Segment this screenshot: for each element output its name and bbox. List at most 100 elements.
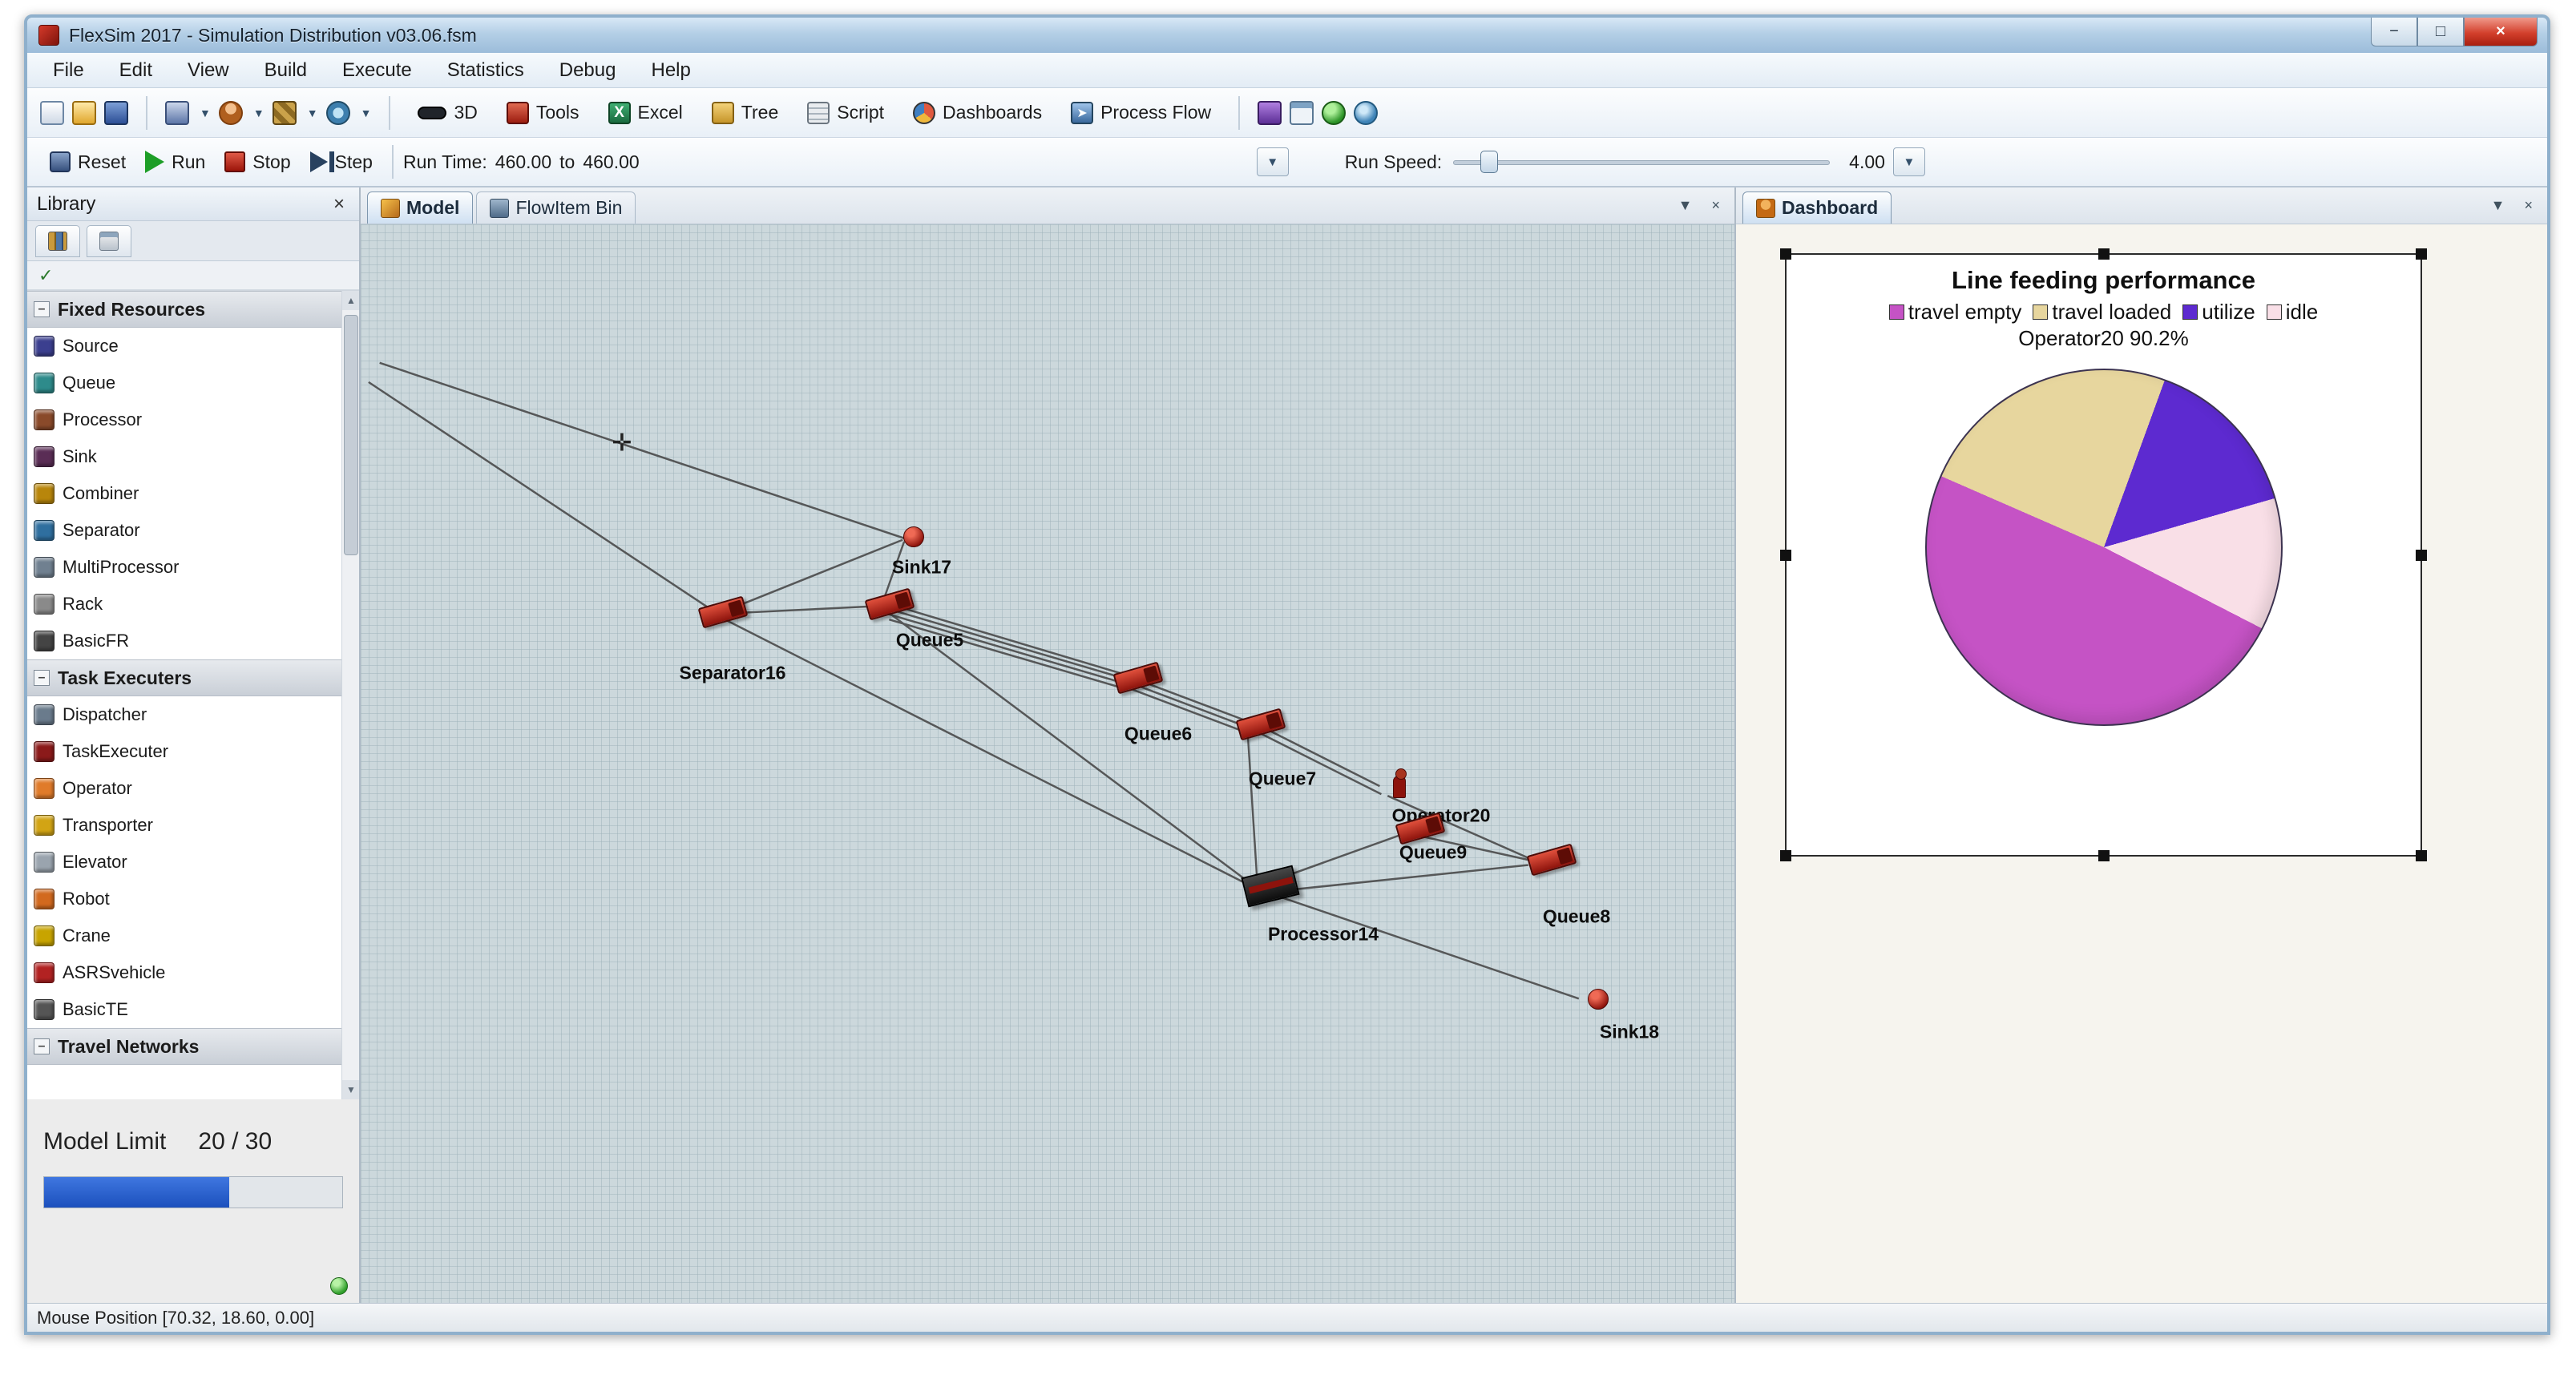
- legend-label: idle: [2286, 300, 2318, 325]
- online-content-icon[interactable]: [1354, 101, 1378, 125]
- dashboard-tab[interactable]: Dashboard: [1742, 192, 1892, 224]
- library-row[interactable]: Crane: [27, 917, 341, 954]
- run-time-dropdown[interactable]: ▼: [1257, 147, 1289, 176]
- library-row[interactable]: MultiProcessor: [27, 549, 341, 586]
- help-status-icon[interactable]: [1322, 101, 1346, 125]
- close-button[interactable]: ×: [2464, 18, 2538, 46]
- resize-handle[interactable]: [1780, 550, 1791, 561]
- collapse-icon[interactable]: [34, 1038, 50, 1054]
- resize-handle[interactable]: [2416, 850, 2427, 861]
- library-row[interactable]: TaskExecuter: [27, 733, 341, 770]
- collapse-icon[interactable]: [34, 670, 50, 686]
- step-button[interactable]: Step: [301, 147, 382, 178]
- toolbar-button[interactable]: Tools: [497, 97, 589, 129]
- chevron-down-icon[interactable]: ▼: [307, 107, 318, 119]
- library-close-icon[interactable]: ×: [329, 193, 349, 216]
- resize-handle[interactable]: [2416, 550, 2427, 561]
- tab-list-dropdown-icon[interactable]: ▼: [1670, 194, 1701, 217]
- resize-handle[interactable]: [2098, 248, 2110, 260]
- library-item-label: BasicTE: [63, 999, 128, 1020]
- model-object-label: Queue7: [1249, 768, 1316, 790]
- properties-tab[interactable]: [87, 225, 131, 257]
- tab-close-icon[interactable]: ×: [1703, 194, 1728, 217]
- library-scrollbar[interactable]: ▲ ▼: [341, 291, 359, 1099]
- toolbar-button[interactable]: Excel: [599, 97, 692, 129]
- library-row[interactable]: Queue: [27, 365, 341, 401]
- resize-handle[interactable]: [2416, 248, 2427, 260]
- menu-item[interactable]: Execute: [325, 56, 430, 85]
- chevron-down-icon[interactable]: ▼: [253, 107, 264, 119]
- travel-network-icon[interactable]: [326, 101, 350, 125]
- build-flow-icon[interactable]: [165, 101, 189, 125]
- menu-item[interactable]: Edit: [102, 56, 170, 85]
- status-ball-icon[interactable]: [330, 1277, 348, 1295]
- windows-icon[interactable]: [1290, 101, 1314, 125]
- scroll-down-icon[interactable]: ▼: [342, 1080, 359, 1099]
- menu-item[interactable]: View: [170, 56, 247, 85]
- menu-item[interactable]: Debug: [542, 56, 634, 85]
- chevron-down-icon[interactable]: ▼: [200, 107, 211, 119]
- resize-handle[interactable]: [1780, 850, 1791, 861]
- create-operator-icon[interactable]: [219, 101, 243, 125]
- library-row[interactable]: Robot: [27, 881, 341, 917]
- library-item-label: Sink: [63, 446, 97, 467]
- library-row[interactable]: Travel Networks: [27, 1028, 341, 1065]
- library-tab[interactable]: [35, 225, 80, 257]
- open-model-icon[interactable]: [72, 101, 96, 125]
- dashboard-dropdown-icon[interactable]: ▼: [2483, 194, 2513, 217]
- minimize-button[interactable]: −: [2371, 18, 2417, 46]
- library-row[interactable]: ASRSvehicle: [27, 954, 341, 991]
- library-row[interactable]: Source: [27, 328, 341, 365]
- scrollbar-thumb[interactable]: [344, 315, 358, 555]
- library-row[interactable]: Separator: [27, 512, 341, 549]
- run-time-to[interactable]: 460.00: [583, 151, 639, 173]
- toolbar-button[interactable]: 3D: [408, 97, 487, 128]
- library-filter-row[interactable]: ✓: [27, 261, 359, 290]
- run-button[interactable]: Run: [135, 146, 215, 178]
- menu-item[interactable]: Statistics: [430, 56, 542, 85]
- library-row[interactable]: Transporter: [27, 807, 341, 844]
- dashboard-close-icon[interactable]: ×: [2516, 194, 2541, 217]
- library-row[interactable]: Sink: [27, 438, 341, 475]
- menu-item[interactable]: Help: [633, 56, 708, 85]
- stop-button[interactable]: Stop: [215, 147, 300, 178]
- resize-handle[interactable]: [2098, 850, 2110, 861]
- menu-item[interactable]: Build: [247, 56, 325, 85]
- pie-chart-widget[interactable]: Line feeding performance travel empty tr…: [1785, 253, 2422, 857]
- workspace-tab[interactable]: Model: [367, 192, 473, 224]
- library-row[interactable]: Dispatcher: [27, 696, 341, 733]
- slider-handle[interactable]: [1480, 151, 1498, 173]
- chevron-down-icon[interactable]: ▼: [361, 107, 372, 119]
- workspace-tab[interactable]: FlowItem Bin: [476, 192, 636, 224]
- flowitem-bin-icon[interactable]: [1258, 101, 1282, 125]
- save-model-icon[interactable]: [104, 101, 128, 125]
- collapse-icon[interactable]: [34, 301, 50, 317]
- menu-item[interactable]: File: [35, 56, 102, 85]
- scroll-up-icon[interactable]: ▲: [342, 291, 359, 310]
- library-row[interactable]: Operator: [27, 770, 341, 807]
- library-row[interactable]: Processor: [27, 401, 341, 438]
- toolbar-button[interactable]: Tree: [702, 97, 788, 129]
- maximize-button[interactable]: □: [2417, 18, 2464, 46]
- reset-button[interactable]: Reset: [40, 147, 135, 178]
- toolbar-button[interactable]: Script: [797, 97, 894, 129]
- model-3d-view[interactable]: ✛ Separator16 Queue5: [361, 224, 1734, 1303]
- run-time-from[interactable]: 460.00: [495, 151, 551, 173]
- library-row[interactable]: Combiner: [27, 475, 341, 512]
- dashboard-content[interactable]: Line feeding performance travel empty tr…: [1736, 224, 2547, 1303]
- run-speed-slider[interactable]: [1453, 147, 1830, 176]
- resize-handle[interactable]: [1780, 248, 1791, 260]
- library-row[interactable]: Elevator: [27, 844, 341, 881]
- library-row[interactable]: Fixed Resources: [27, 291, 341, 328]
- toolbar-button[interactable]: Dashboards: [903, 97, 1052, 129]
- create-objects-icon[interactable]: [273, 101, 297, 125]
- library-row[interactable]: Task Executers: [27, 659, 341, 696]
- toolbar-button[interactable]: Process Flow: [1061, 97, 1221, 129]
- model-object-label: Queue5: [896, 630, 963, 651]
- new-model-icon[interactable]: [40, 101, 64, 125]
- library-row[interactable]: BasicFR: [27, 623, 341, 659]
- library-row[interactable]: Rack: [27, 586, 341, 623]
- library-row[interactable]: BasicTE: [27, 991, 341, 1028]
- run-speed-value[interactable]: 4.00: [1849, 151, 1885, 173]
- run-speed-dropdown[interactable]: ▼: [1893, 147, 1925, 176]
